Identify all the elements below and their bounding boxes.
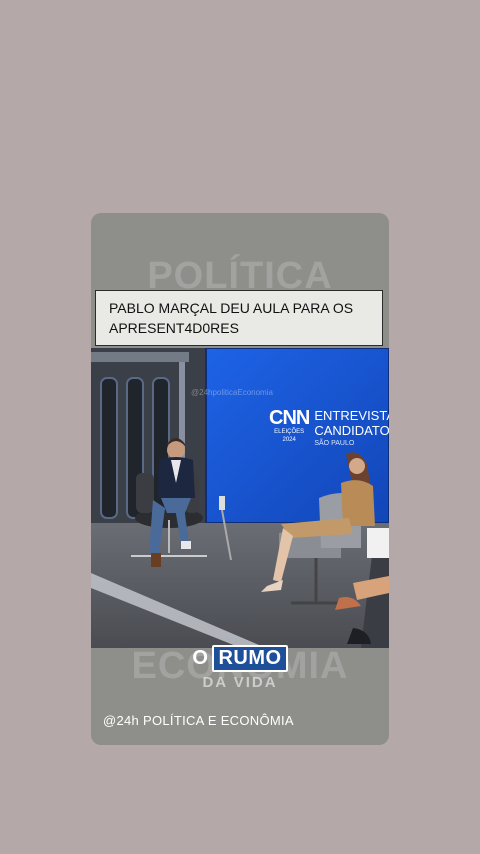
rumo-subtitle: DA VIDA [202,674,278,691]
screen-title-1: ENTREVISTA [314,408,389,423]
account-handle[interactable]: @24h POLÍTICA E ECONÔMIA [103,713,294,728]
rumo-overlay: O RUMO DA VIDA [91,645,389,691]
screen-title-2: CANDIDATO [314,423,389,438]
caption-box: PABLO MARÇAL DEU AULA PARA OS APRESENT4D… [95,290,383,346]
cnn-logo-sub1: ELEIÇÕES [274,429,305,435]
screen-subtitle: SÃO PAULO [314,440,355,447]
cnn-logo-sub2: 2024 [282,437,296,443]
story-card: POLÍTICA PABLO MARÇAL DEU AULA PARA OS A… [91,213,389,745]
caption-text: PABLO MARÇAL DEU AULA PARA OS APRESENT4D… [109,300,354,336]
video-frame[interactable]: @24hpoliticaEconomia CNN ELEIÇÕES 2024 E… [91,348,389,648]
cnn-graphic: CNN ELEIÇÕES 2024 ENTREVISTA CANDIDATO S… [269,408,389,449]
rumo-highlight: RUMO [212,645,288,672]
cnn-logo: CNN [269,407,310,429]
rumo-prefix: O [192,647,209,669]
video-watermark: @24hpoliticaEconomia [191,388,273,397]
